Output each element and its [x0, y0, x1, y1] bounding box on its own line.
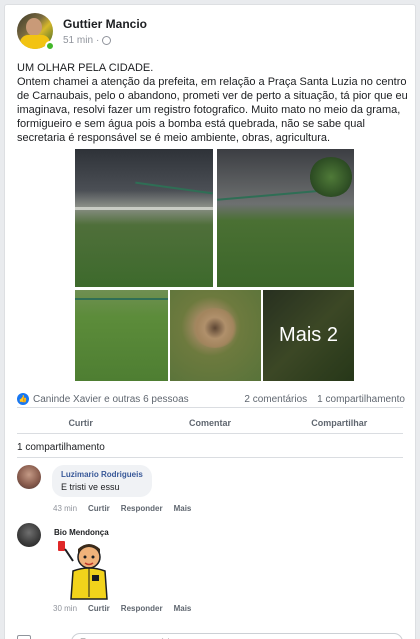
post-time[interactable]: 51 min — [63, 35, 93, 46]
divider — [17, 433, 403, 434]
shares-summary[interactable]: 1 compartilhamento — [17, 442, 105, 453]
comment-text: E tristi ve essu — [61, 482, 120, 492]
camera-icon[interactable] — [17, 635, 31, 639]
like-reaction-icon: 👍 — [17, 393, 29, 405]
post-text: UM OLHAR PELA CIDADE. Ontem chamei a ate… — [17, 61, 409, 145]
commenter-avatar[interactable] — [17, 465, 41, 489]
comment-like-link[interactable]: Curtir — [88, 604, 110, 613]
comment-count-link[interactable]: 2 comentários — [244, 394, 307, 405]
divider — [17, 407, 403, 408]
post-card: Guttier Mancio 51 min · UM OLHAR PELA CI… — [4, 4, 416, 639]
comment-actions: 43 min Curtir Responder Mais — [53, 504, 191, 513]
online-status-icon — [45, 41, 55, 51]
post-meta: 51 min · — [63, 35, 112, 46]
action-bar: Curtir Comentar Compartilhar — [17, 413, 403, 433]
divider — [17, 457, 403, 458]
like-button[interactable]: Curtir — [17, 418, 144, 428]
comment-reply-link[interactable]: Responder — [121, 504, 163, 513]
comment-time[interactable]: 43 min — [53, 504, 77, 513]
photo-1[interactable] — [75, 149, 213, 287]
photo-3[interactable] — [75, 290, 168, 381]
globe-icon — [102, 36, 112, 45]
post-title-line: UM OLHAR PELA CIDADE. — [17, 62, 154, 74]
photo-grid: Mais 2 — [71, 145, 355, 387]
comment-input[interactable] — [71, 633, 403, 639]
comment-like-link[interactable]: Curtir — [88, 504, 110, 513]
comment-item: Bio Mendonça 30 min Curtir Responder Mai… — [17, 523, 403, 623]
reactors-link[interactable]: Caninde Xavier e outras 6 pessoas — [33, 394, 244, 405]
avatar-face — [26, 18, 42, 36]
photo-2[interactable] — [217, 149, 354, 287]
post-body: Ontem chamei a atenção da prefeita, em r… — [17, 76, 408, 144]
comment-more-link[interactable]: Mais — [174, 504, 192, 513]
share-button[interactable]: Compartilhar — [276, 418, 403, 428]
comment-bubble: Luzimario Rodrigueis E tristi ve essu — [52, 465, 152, 497]
referee-sticker — [58, 541, 108, 600]
post-header: Guttier Mancio 51 min · — [17, 13, 403, 53]
share-count-link[interactable]: 1 compartilhamento — [317, 394, 405, 405]
comment-actions: 30 min Curtir Responder Mais — [53, 604, 191, 613]
photo-4[interactable] — [170, 290, 261, 381]
commenter-name[interactable]: Luzimario Rodrigueis — [61, 470, 143, 479]
comment-composer — [17, 633, 403, 639]
author-name[interactable]: Guttier Mancio — [63, 17, 147, 31]
comment-button[interactable]: Comentar — [146, 418, 273, 428]
reaction-stats: 👍 Caninde Xavier e outras 6 pessoas 2 co… — [17, 391, 405, 407]
comment-time[interactable]: 30 min — [53, 604, 77, 613]
comment-reply-link[interactable]: Responder — [121, 604, 163, 613]
more-photos-overlay[interactable]: Mais 2 — [263, 290, 354, 381]
comment-item: Luzimario Rodrigueis E tristi ve essu 43… — [17, 465, 403, 515]
comment-more-link[interactable]: Mais — [174, 604, 192, 613]
commenter-name[interactable]: Bio Mendonça — [54, 528, 109, 537]
commenter-avatar[interactable] — [17, 523, 41, 547]
